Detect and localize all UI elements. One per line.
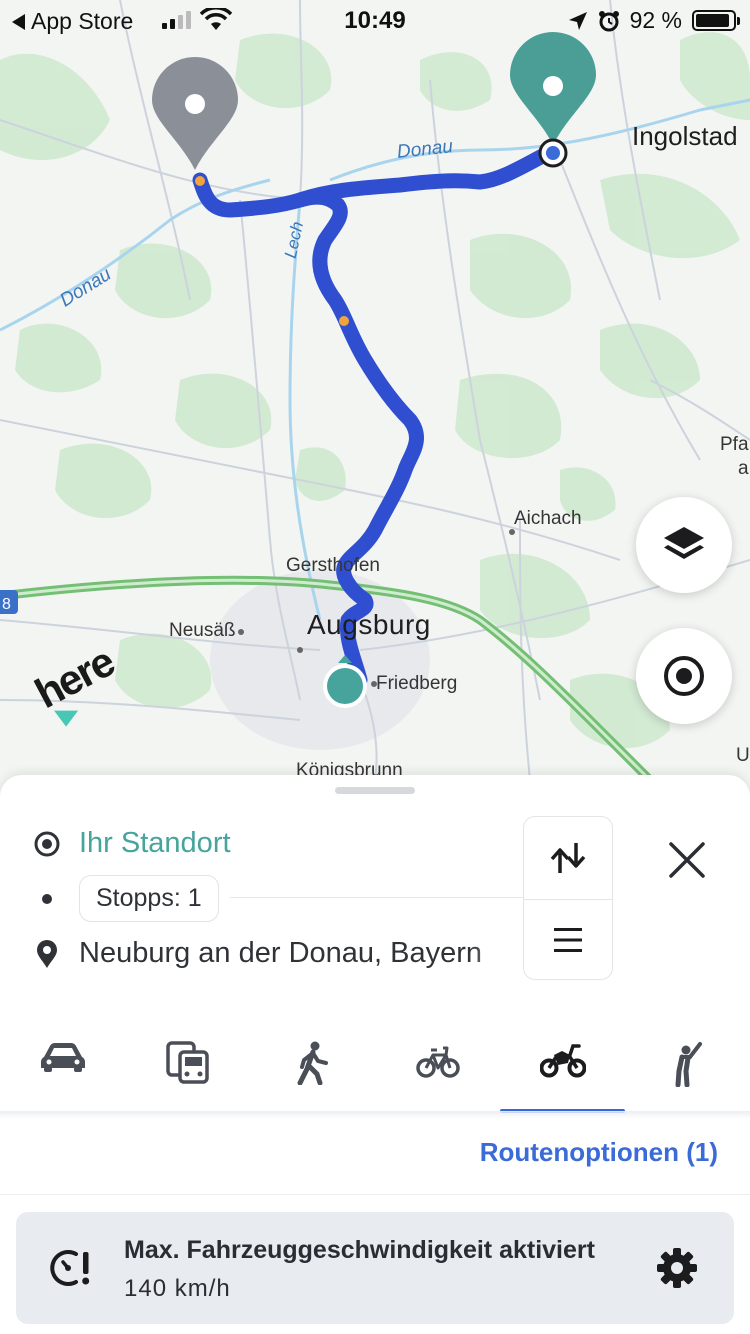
close-route-button[interactable] bbox=[660, 833, 714, 887]
map-label-aichach: Aichach bbox=[514, 508, 582, 529]
speed-alert-icon bbox=[50, 1250, 90, 1286]
map-view[interactable]: 8 Ingolstad Donau Donau Lech Aichach Ger… bbox=[0, 0, 750, 800]
waypoint-tools bbox=[523, 816, 613, 980]
status-bar: App Store 10:49 92 % bbox=[0, 0, 750, 40]
walk-icon bbox=[297, 1041, 328, 1085]
speed-card-value: 140 km/h bbox=[124, 1275, 231, 1302]
map-label-pfa: Pfa bbox=[720, 434, 749, 455]
location-arrow-icon bbox=[568, 11, 587, 30]
stop-dot[interactable] bbox=[195, 176, 205, 186]
waypoint-divider bbox=[230, 897, 524, 898]
origin-label: Ihr Standort bbox=[79, 827, 231, 859]
mode-tab-bicycle[interactable] bbox=[375, 1025, 500, 1115]
destination-row[interactable]: Neuburg an der Donau, Bayern bbox=[30, 937, 482, 970]
mode-tab-walk[interactable] bbox=[250, 1025, 375, 1115]
car-icon bbox=[40, 1043, 85, 1072]
speed-card-title: Max. Fahrzeuggeschwindigkeit aktiviert bbox=[124, 1236, 595, 1264]
map-label-edge-u: U bbox=[736, 745, 750, 766]
bicycle-icon bbox=[415, 1046, 460, 1078]
route-options-link[interactable]: Routenoptionen (1) bbox=[480, 1137, 718, 1168]
grey-waypoint-pin[interactable] bbox=[152, 56, 239, 170]
stop-dot[interactable] bbox=[339, 316, 349, 326]
route-planner-sheet: Ihr Standort Stopps: 1 Neuburg an der Do… bbox=[0, 775, 750, 1334]
mode-tab-car[interactable] bbox=[0, 1025, 125, 1115]
origin-target-icon bbox=[30, 831, 64, 857]
stops-chip[interactable]: Stopps: 1 bbox=[79, 875, 219, 922]
motorcycle-icon bbox=[539, 1044, 586, 1078]
origin-row[interactable]: Ihr Standort bbox=[30, 827, 231, 860]
options-divider bbox=[0, 1194, 750, 1195]
mode-tab-transit[interactable] bbox=[125, 1025, 250, 1115]
locate-icon bbox=[664, 656, 704, 696]
map-label-ingolstadt: Ingolstad bbox=[632, 121, 738, 151]
map-label-edge-a: a bbox=[738, 458, 749, 479]
mode-tab-hail[interactable] bbox=[625, 1025, 750, 1115]
reorder-waypoints-button[interactable] bbox=[524, 899, 612, 981]
map-label-neusaess: Neusäß bbox=[169, 620, 236, 641]
here-logo-mark bbox=[54, 710, 79, 727]
speed-limit-card[interactable]: Max. Fahrzeuggeschwindigkeit aktiviert 1… bbox=[16, 1212, 734, 1324]
modes-shadow bbox=[0, 1111, 750, 1119]
map-layers-button[interactable] bbox=[636, 497, 732, 593]
destination-label: Neuburg an der Donau, Bayern bbox=[79, 937, 483, 969]
layers-icon bbox=[664, 527, 704, 559]
road-shield-label: 8 bbox=[2, 596, 11, 613]
map-label-gersthofen: Gersthofen bbox=[286, 555, 380, 576]
battery-fill bbox=[696, 14, 730, 27]
mode-tab-motorcycle[interactable] bbox=[500, 1025, 625, 1115]
destination-pin-icon bbox=[30, 939, 64, 969]
destination-pin[interactable] bbox=[510, 32, 596, 168]
stop-bullet-icon bbox=[30, 893, 64, 905]
gear-icon[interactable] bbox=[656, 1247, 698, 1289]
hail-icon bbox=[675, 1042, 702, 1087]
sheet-grabber[interactable] bbox=[335, 787, 415, 794]
swap-waypoints-button[interactable] bbox=[524, 817, 612, 899]
destination-fade bbox=[470, 931, 525, 981]
map-label-augsburg: Augsburg bbox=[307, 609, 431, 640]
battery-percent: 92 % bbox=[629, 7, 682, 33]
map-label-friedberg: Friedberg bbox=[376, 673, 458, 694]
battery-icon bbox=[692, 10, 740, 31]
transit-icon bbox=[165, 1041, 209, 1084]
close-icon bbox=[669, 842, 705, 878]
menu-lines-icon bbox=[554, 928, 582, 952]
recenter-location-button[interactable] bbox=[636, 628, 732, 724]
transport-mode-tabs bbox=[0, 1025, 750, 1115]
swap-arrows-icon bbox=[550, 843, 586, 873]
alarm-icon bbox=[598, 10, 619, 31]
stops-row[interactable]: Stopps: 1 bbox=[30, 875, 219, 922]
